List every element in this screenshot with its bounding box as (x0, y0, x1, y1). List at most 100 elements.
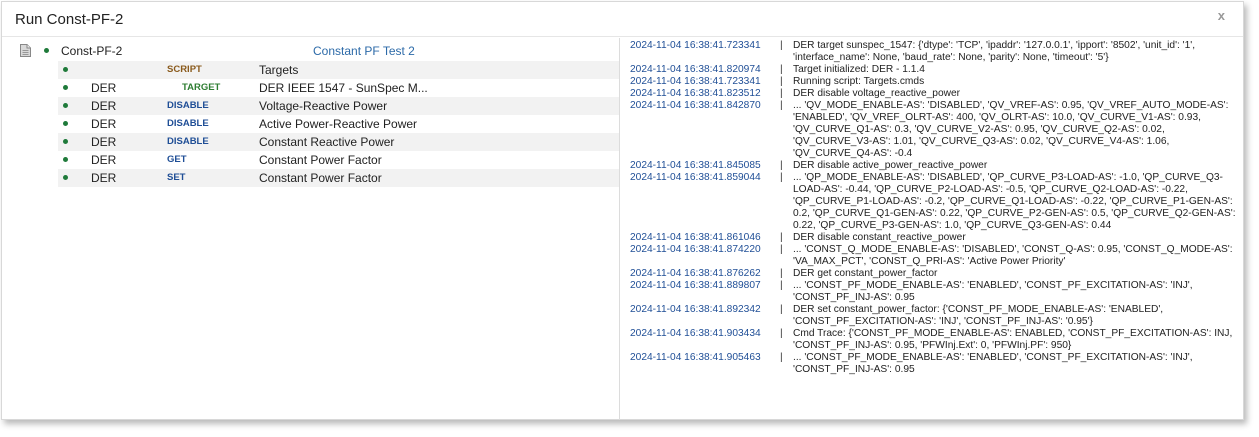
log-entry: 2024-11-04 16:38:41.874220 | ... 'CONST_Q_… (620, 244, 1244, 268)
log-timestamp: 2024-11-04 16:38:41.859044 (630, 172, 761, 183)
step-row[interactable]: DER TARGET DER IEEE 1547 - SunSpec M... (58, 79, 619, 97)
log-message: DER disable active_power_reactive_power (793, 160, 988, 171)
log-separator: | (780, 100, 783, 111)
log-timestamp: 2024-11-04 16:38:41.842870 (630, 100, 761, 111)
log-message: ... 'QV_MODE_ENABLE-AS': 'DISABLED', 'QV… (793, 100, 1229, 159)
log-timestamp: 2024-11-04 16:38:41.845085 (630, 160, 761, 171)
run-dialog: Run Const-PF-2 x Const-PF-2 Constant PF … (1, 1, 1244, 420)
log-message: DER disable voltage_reactive_power (793, 88, 961, 99)
log-entry: 2024-11-04 16:38:41.889807 | ... 'CONST_PF… (620, 280, 1244, 304)
log-entry: 2024-11-04 16:38:41.823512 | DER disable v… (620, 88, 1244, 100)
step-command: SCRIPT (167, 64, 202, 75)
log-message: ... 'CONST_PF_MODE_ENABLE-AS': 'ENABLED'… (793, 280, 1193, 303)
script-name: Const-PF-2 (61, 44, 123, 58)
status-dot-icon (63, 175, 68, 180)
step-command: SET (167, 172, 186, 183)
log-timestamp: 2024-11-04 16:38:41.905463 (630, 352, 761, 363)
log-entry: 2024-11-04 16:38:41.903434 | Cmd Trace: {'… (620, 328, 1244, 352)
log-separator: | (780, 76, 783, 87)
step-row[interactable]: DER DISABLE Voltage-Reactive Power (58, 97, 619, 115)
step-service: DER (91, 99, 117, 113)
status-dot-icon (63, 67, 68, 72)
log-separator: | (780, 328, 783, 339)
log-entry: 2024-11-04 16:38:41.723341 | Running scrip… (620, 76, 1244, 88)
log-message: ... 'CONST_Q_MODE_ENABLE-AS': 'DISABLED'… (793, 244, 1233, 267)
log-entry: 2024-11-04 16:38:41.723341 | DER target su… (620, 40, 1244, 64)
step-command: DISABLE (167, 136, 209, 147)
log-separator: | (780, 352, 783, 363)
step-service: DER (91, 81, 117, 95)
step-row[interactable]: DER SET Constant Power Factor (58, 169, 619, 187)
step-service: DER (91, 171, 117, 185)
step-command: DISABLE (167, 118, 209, 129)
step-row[interactable]: DER GET Constant Power Factor (58, 151, 619, 169)
log-message: ... 'CONST_PF_MODE_ENABLE-AS': 'ENABLED'… (793, 352, 1193, 375)
status-dot-icon (63, 85, 68, 90)
log-pane[interactable]: 2024-11-04 16:38:41.723341 | DER target su… (620, 40, 1244, 418)
step-row[interactable]: DER DISABLE Constant Reactive Power (58, 133, 619, 151)
log-timestamp: 2024-11-04 16:38:41.889807 (630, 280, 761, 291)
step-description: Voltage-Reactive Power (259, 99, 388, 113)
log-separator: | (780, 232, 783, 243)
log-timestamp: 2024-11-04 16:38:41.823512 (630, 88, 761, 99)
log-entry: 2024-11-04 16:38:41.892342 | DER set const… (620, 304, 1244, 328)
script-tree-pane: Const-PF-2 Constant PF Test 2 SCRIPT Targ… (2, 38, 619, 420)
step-description: DER IEEE 1547 - SunSpec M... (259, 81, 428, 95)
log-timestamp: 2024-11-04 16:38:41.820974 (630, 64, 761, 75)
log-message: ... 'QP_MODE_ENABLE-AS': 'DISABLED', 'QP… (793, 172, 1236, 231)
log-separator: | (780, 160, 783, 171)
document-icon (20, 44, 31, 57)
log-separator: | (780, 40, 783, 51)
log-entry: 2024-11-04 16:38:41.820974 | Target initia… (620, 64, 1244, 76)
log-timestamp: 2024-11-04 16:38:41.876262 (630, 268, 761, 279)
test-name-link[interactable]: Constant PF Test 2 (313, 44, 415, 58)
tree-root-row[interactable]: Const-PF-2 Constant PF Test 2 (2, 43, 619, 61)
step-row[interactable]: SCRIPT Targets (58, 61, 619, 79)
log-separator: | (780, 280, 783, 291)
log-message: DER target sunspec_1547: {'dtype': 'TCP'… (793, 40, 1196, 63)
step-description: Constant Reactive Power (259, 135, 395, 149)
log-timestamp: 2024-11-04 16:38:41.874220 (630, 244, 761, 255)
step-command: GET (167, 154, 187, 165)
log-message: Running script: Targets.cmds (793, 76, 925, 87)
log-entry: 2024-11-04 16:38:41.842870 | ... 'QV_MODE_… (620, 100, 1244, 160)
status-dot-icon (63, 157, 68, 162)
log-timestamp: 2024-11-04 16:38:41.903434 (630, 328, 761, 339)
log-separator: | (780, 172, 783, 183)
status-dot-icon (63, 103, 68, 108)
step-service: DER (91, 135, 117, 149)
log-message: DER get constant_power_factor (793, 268, 938, 279)
step-service: DER (91, 153, 117, 167)
log-entry: 2024-11-04 16:38:41.876262 | DER get const… (620, 268, 1244, 280)
close-icon[interactable]: x (1218, 8, 1225, 23)
log-message: Cmd Trace: {'CONST_PF_MODE_ENABLE-AS': E… (793, 328, 1233, 351)
step-command: TARGET (182, 82, 221, 93)
step-description: Active Power-Reactive Power (259, 117, 418, 131)
status-dot-icon (44, 48, 49, 53)
log-message: DER disable constant_reactive_power (793, 232, 966, 243)
step-row[interactable]: DER DISABLE Active Power-Reactive Power (58, 115, 619, 133)
log-timestamp: 2024-11-04 16:38:41.723341 (630, 76, 761, 87)
log-message: DER set constant_power_factor: {'CONST_P… (793, 304, 1164, 327)
log-timestamp: 2024-11-04 16:38:41.892342 (630, 304, 761, 315)
log-message: Target initialized: DER - 1.1.4 (793, 64, 925, 75)
log-entry: 2024-11-04 16:38:41.859044 | ... 'QP_MODE_… (620, 172, 1244, 232)
step-description: Constant Power Factor (259, 171, 382, 185)
status-dot-icon (63, 121, 68, 126)
step-description: Constant Power Factor (259, 153, 382, 167)
step-command: DISABLE (167, 100, 209, 111)
log-separator: | (780, 88, 783, 99)
log-entry: 2024-11-04 16:38:41.845085 | DER disable a… (620, 160, 1244, 172)
dialog-title: Run Const-PF-2 (15, 11, 124, 28)
step-list: SCRIPT Targets DER TARGET DER IEEE 1547 - Su… (58, 61, 619, 187)
status-dot-icon (63, 139, 68, 144)
step-service: DER (91, 117, 117, 131)
title-divider (2, 36, 1243, 37)
log-separator: | (780, 244, 783, 255)
log-separator: | (780, 268, 783, 279)
log-separator: | (780, 304, 783, 315)
log-timestamp: 2024-11-04 16:38:41.723341 (630, 40, 761, 51)
step-description: Targets (259, 63, 299, 77)
log-timestamp: 2024-11-04 16:38:41.861046 (630, 232, 761, 243)
log-entry: 2024-11-04 16:38:41.861046 | DER disable c… (620, 232, 1244, 244)
